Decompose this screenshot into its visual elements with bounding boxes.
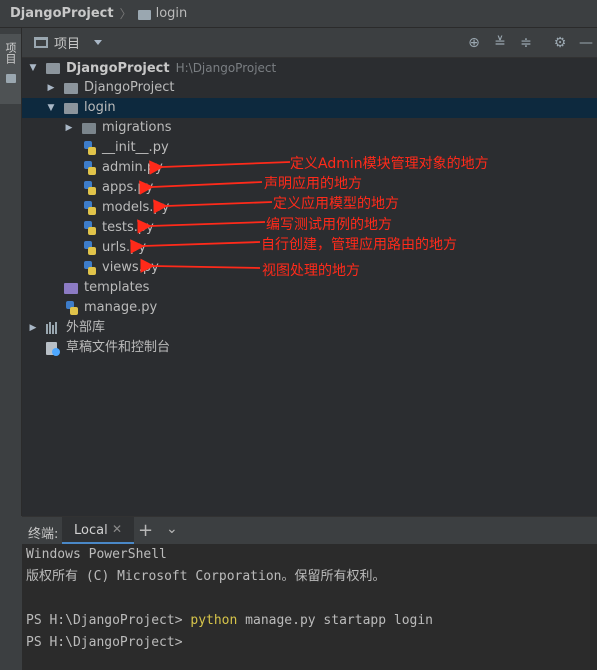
annotation-arrow-views — [140, 258, 261, 273]
terminal-command-args: manage.py startapp login — [237, 613, 434, 628]
terminal-line: 版权所有 (C) Microsoft Corporation。保留所有权利。 — [26, 569, 386, 584]
terminal-line: PS H:\DjangoProject> — [26, 635, 183, 650]
add-tab-icon[interactable]: + — [138, 520, 153, 541]
terminal-output[interactable]: Windows PowerShell 版权所有 (C) Microsoft Co… — [22, 544, 597, 670]
annotation-arrow-apps — [139, 180, 263, 195]
terminal-tab-label: Local — [74, 523, 108, 538]
chevron-down-icon[interactable]: ⌄ — [166, 521, 178, 537]
annotation-arrow-urls — [130, 239, 261, 254]
bottom-left-strip — [0, 516, 22, 670]
terminal-tab-local[interactable]: Local ✕ — [62, 517, 134, 545]
terminal-header: 终端: Local ✕ + ⌄ — [22, 516, 597, 545]
annotation-arrow-tests — [137, 219, 266, 234]
annotation-apps: 声明应用的地方 — [264, 176, 362, 192]
annotation-urls: 自行创建，管理应用路由的地方 — [261, 237, 457, 253]
annotation-tests: 编写测试用例的地方 — [266, 217, 392, 233]
annotation-views: 视图处理的地方 — [262, 263, 360, 279]
terminal-command-keyword: python — [190, 613, 238, 628]
annotation-arrow-models — [153, 199, 273, 214]
terminal-title: 终端: — [28, 527, 59, 542]
annotation-admin: 定义Admin模块管理对象的地方 — [290, 156, 489, 172]
close-icon[interactable]: ✕ — [112, 522, 122, 536]
annotation-arrow-admin — [149, 160, 291, 175]
terminal-line: Windows PowerShell — [26, 547, 167, 562]
terminal-prompt: PS H:\DjangoProject> — [26, 613, 191, 628]
terminal-line: PS H:\DjangoProject> python manage.py st… — [26, 612, 433, 630]
annotation-models: 定义应用模型的地方 — [273, 196, 399, 212]
